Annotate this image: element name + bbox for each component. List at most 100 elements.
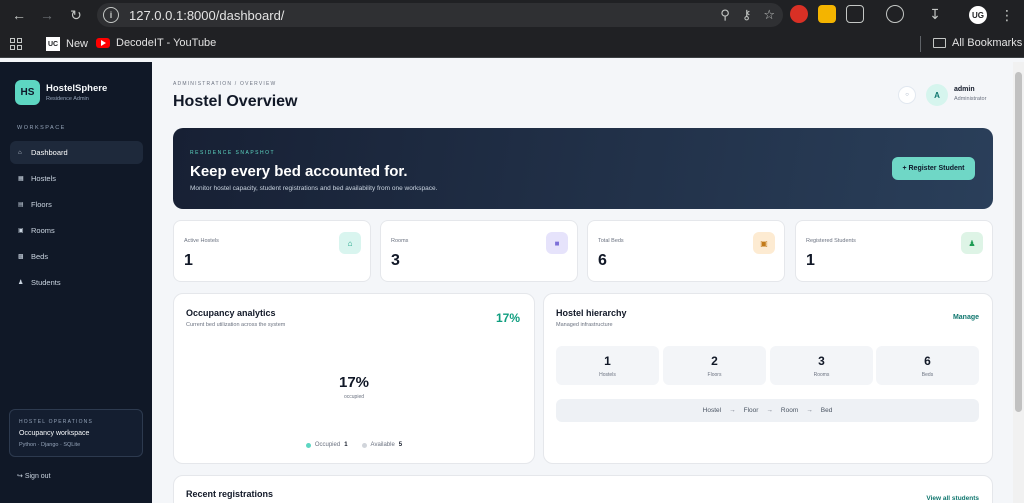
operations-stack: Python · Django · SQLite	[19, 442, 81, 448]
uc-logo-icon: UC	[46, 37, 60, 51]
scroll-thumb[interactable]	[1015, 72, 1022, 412]
building-icon: ▦	[18, 176, 24, 182]
address-url: 127.0.0.1:8000/dashboard/	[129, 7, 285, 23]
browser-menu-icon[interactable]: ⋮	[1000, 6, 1014, 24]
layers-icon: ▤	[18, 202, 24, 208]
available-dot-icon	[361, 442, 367, 448]
sidebar-item-hostels[interactable]: ▦ Hostels	[10, 167, 143, 190]
back-icon[interactable]: ←	[5, 1, 33, 29]
address-bar[interactable]: i 127.0.0.1:8000/dashboard/ ⚲ ⚷ ☆	[97, 3, 783, 27]
brand-subtitle: Residence Admin	[46, 96, 89, 102]
sidebar-section-label: WORKSPACE	[17, 125, 66, 131]
stat-value: 6	[598, 252, 607, 269]
home-icon: ⌂	[339, 232, 361, 254]
occupancy-subtitle: Current bed utilization across the syste…	[186, 322, 286, 328]
key-icon[interactable]: ⚷	[742, 7, 752, 23]
forward-icon[interactable]: →	[33, 1, 61, 29]
stat-card-rooms: Rooms 3 ■	[380, 220, 578, 282]
arrow-right-icon: →	[729, 407, 736, 414]
youtube-icon	[96, 38, 110, 48]
hierarchy-title: Hostel hierarchy	[556, 308, 627, 318]
manage-link[interactable]: Manage	[953, 314, 979, 321]
extension-yellow-icon[interactable]	[818, 5, 836, 23]
operations-label: HOSTEL OPERATIONS	[19, 419, 94, 425]
user-icon: ♟	[18, 280, 24, 286]
square-icon: ■	[546, 232, 568, 254]
stat-label: Registered Students	[806, 238, 856, 244]
hero-subtitle: Monitor hostel capacity, student registr…	[190, 185, 438, 192]
extension-red-icon[interactable]	[790, 5, 808, 23]
bookmark-new[interactable]: UC New	[46, 37, 88, 51]
hierarchy-subtitle: Managed infrastructure	[556, 322, 613, 328]
operations-card: HOSTEL OPERATIONS Occupancy workspace Py…	[9, 409, 143, 457]
occupancy-title: Occupancy analytics	[186, 308, 276, 318]
hero-banner: RESIDENCE SNAPSHOT Keep every bed accoun…	[173, 128, 993, 209]
hierarchy-box-beds: 6 Beds	[876, 346, 979, 385]
page-title: Hostel Overview	[173, 93, 298, 110]
hero-eyebrow: RESIDENCE SNAPSHOT	[190, 150, 276, 156]
legend-occupied: Occupied 1	[305, 442, 348, 448]
stat-label: Active Hostels	[184, 238, 219, 244]
sidebar-item-dashboard[interactable]: ⌂ Dashboard	[10, 141, 143, 164]
bookmarks-bar: UC New DecodeIT - YouTube All Bookmarks	[0, 30, 1024, 58]
sidebar-item-students[interactable]: ♟ Students	[10, 271, 143, 294]
bookmarks-divider	[920, 36, 921, 52]
stat-card-students: Registered Students 1 ♟	[795, 220, 993, 282]
view-all-students-link[interactable]: View all students	[926, 495, 979, 502]
apps-grid-icon[interactable]	[10, 38, 22, 50]
profile-avatar[interactable]: UG	[969, 6, 987, 24]
theme-toggle-icon[interactable]: ○	[898, 86, 916, 104]
user-name: admin	[954, 86, 975, 93]
brand-name: HostelSphere	[46, 83, 108, 94]
zoom-icon[interactable]: ⚲	[720, 7, 730, 23]
bookmark-youtube[interactable]: DecodeIT - YouTube	[96, 37, 216, 49]
user-avatar[interactable]: A	[926, 84, 948, 106]
occupied-dot-icon	[305, 442, 311, 448]
sidebar-item-beds[interactable]: ▩ Beds	[10, 245, 143, 268]
arrow-right-icon: →	[806, 407, 813, 414]
register-student-button[interactable]: + Register Student	[892, 157, 975, 180]
brand-logo: HS	[15, 80, 40, 105]
browser-toolbar: ← → ↻ i 127.0.0.1:8000/dashboard/ ⚲ ⚷ ☆ …	[0, 0, 1024, 30]
sidebar-item-rooms[interactable]: ▣ Rooms	[10, 219, 143, 242]
hierarchy-box-floors: 2 Floors	[663, 346, 766, 385]
page-scrollbar[interactable]	[1013, 62, 1024, 503]
stat-value: 1	[184, 252, 193, 269]
main-content: ADMINISTRATION / OVERVIEW Hostel Overvie…	[152, 62, 1013, 503]
bed-icon: ▣	[753, 232, 775, 254]
folder-icon	[933, 38, 946, 48]
arrow-right-icon: →	[766, 407, 773, 414]
occupancy-percent: 17%	[495, 311, 520, 325]
bed-icon: ▩	[18, 254, 24, 260]
door-icon: ▣	[18, 228, 24, 234]
donut-center-percent: 17%	[338, 374, 370, 391]
sign-out-link[interactable]: ↪ Sign out	[17, 472, 51, 480]
stat-card-beds: Total Beds 6 ▣	[587, 220, 785, 282]
hero-title: Keep every bed accounted for.	[190, 163, 408, 180]
site-info-icon[interactable]: i	[103, 7, 119, 23]
recent-registrations-panel: Recent registrations View all students	[173, 475, 993, 503]
stat-value: 3	[391, 252, 400, 269]
sidebar: HS HostelSphere Residence Admin WORKSPAC…	[0, 62, 152, 503]
home-icon: ⌂	[18, 149, 22, 156]
hierarchy-flow: Hostel → Floor → Room → Bed	[556, 399, 979, 422]
download-icon[interactable]: ↧	[926, 5, 944, 23]
occupancy-legend: Occupied 1 Available 5	[174, 442, 534, 448]
hierarchy-box-hostels: 1 Hostels	[556, 346, 659, 385]
sign-out-icon: ↪	[17, 473, 23, 480]
labs-icon[interactable]	[886, 5, 904, 23]
sidebar-item-floors[interactable]: ▤ Floors	[10, 193, 143, 216]
hierarchy-box-rooms: 3 Rooms	[770, 346, 873, 385]
all-bookmarks[interactable]: All Bookmarks	[933, 37, 1022, 49]
occupancy-panel: Occupancy analytics Current bed utilizat…	[173, 293, 535, 464]
stat-value: 1	[806, 252, 815, 269]
star-icon[interactable]: ☆	[763, 7, 775, 23]
reload-icon[interactable]: ↻	[62, 1, 90, 29]
legend-available: Available 5	[361, 442, 402, 448]
hierarchy-panel: Hostel hierarchy Managed infrastructure …	[543, 293, 993, 464]
donut-center-label: occupied	[343, 394, 364, 400]
user-icon: ♟	[961, 232, 983, 254]
stat-card-hostels: Active Hostels 1 ⌂	[173, 220, 371, 282]
user-role: Administrator	[954, 96, 987, 102]
extensions-puzzle-icon[interactable]	[846, 5, 864, 23]
